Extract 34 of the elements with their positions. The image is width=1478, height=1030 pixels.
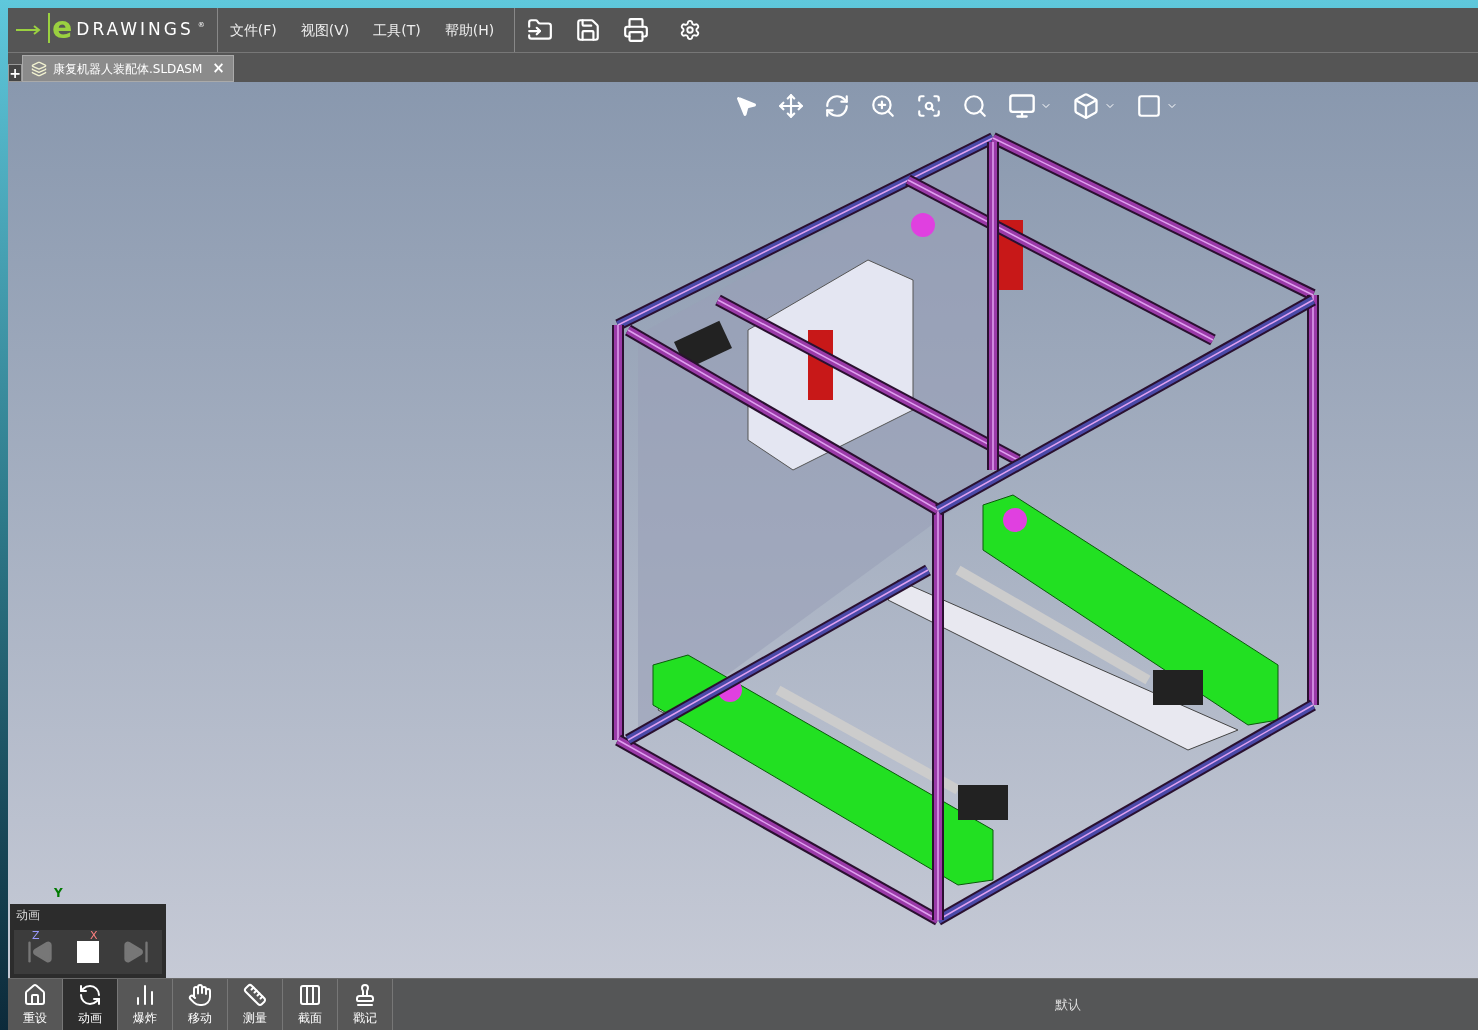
axis-label: Y — [54, 885, 63, 902]
pan-icon[interactable] — [778, 93, 804, 119]
pointer-icon[interactable] — [734, 94, 758, 118]
tab-label: 康复机器人装配体.SLDASM — [53, 60, 203, 78]
home-icon — [23, 982, 47, 1007]
menu-item[interactable]: 工具(T) — [361, 19, 433, 41]
assembly-icon — [31, 60, 47, 77]
panel-title: 动画 — [15, 907, 41, 924]
menu-item[interactable]: 帮助(H) — [432, 19, 507, 41]
cube-view-icon[interactable] — [1136, 93, 1162, 119]
zoom-icon[interactable] — [870, 93, 896, 119]
print-icon[interactable] — [623, 17, 650, 43]
new-tab-button[interactable]: + — [8, 64, 22, 82]
columns-icon — [298, 982, 322, 1007]
menu-item[interactable]: 文件(F) — [217, 19, 289, 41]
stamp-icon — [353, 982, 377, 1007]
view-orientation-icon[interactable] — [1072, 92, 1100, 120]
logo-word: DRAWINGS — [76, 18, 194, 42]
axis-label: Z — [32, 928, 40, 944]
rotate-icon[interactable] — [824, 93, 850, 119]
axis-label: X — [90, 928, 98, 944]
settings-icon[interactable] — [679, 19, 702, 41]
display-icon[interactable] — [1008, 92, 1036, 120]
hand-icon — [188, 982, 212, 1007]
cycle-arrows-icon — [78, 982, 102, 1007]
tool-button[interactable]: 动画 — [63, 979, 118, 1030]
logo-letter: e — [48, 13, 73, 43]
zoom-area-icon[interactable] — [916, 93, 942, 119]
ruler-icon — [243, 982, 267, 1007]
zoom-fit-icon[interactable] — [962, 93, 988, 119]
configuration-label: 默认 — [1055, 995, 1081, 1014]
menu-item[interactable]: 视图(V) — [288, 19, 362, 41]
save-icon[interactable] — [575, 17, 602, 43]
open-folder-icon[interactable] — [527, 17, 554, 43]
